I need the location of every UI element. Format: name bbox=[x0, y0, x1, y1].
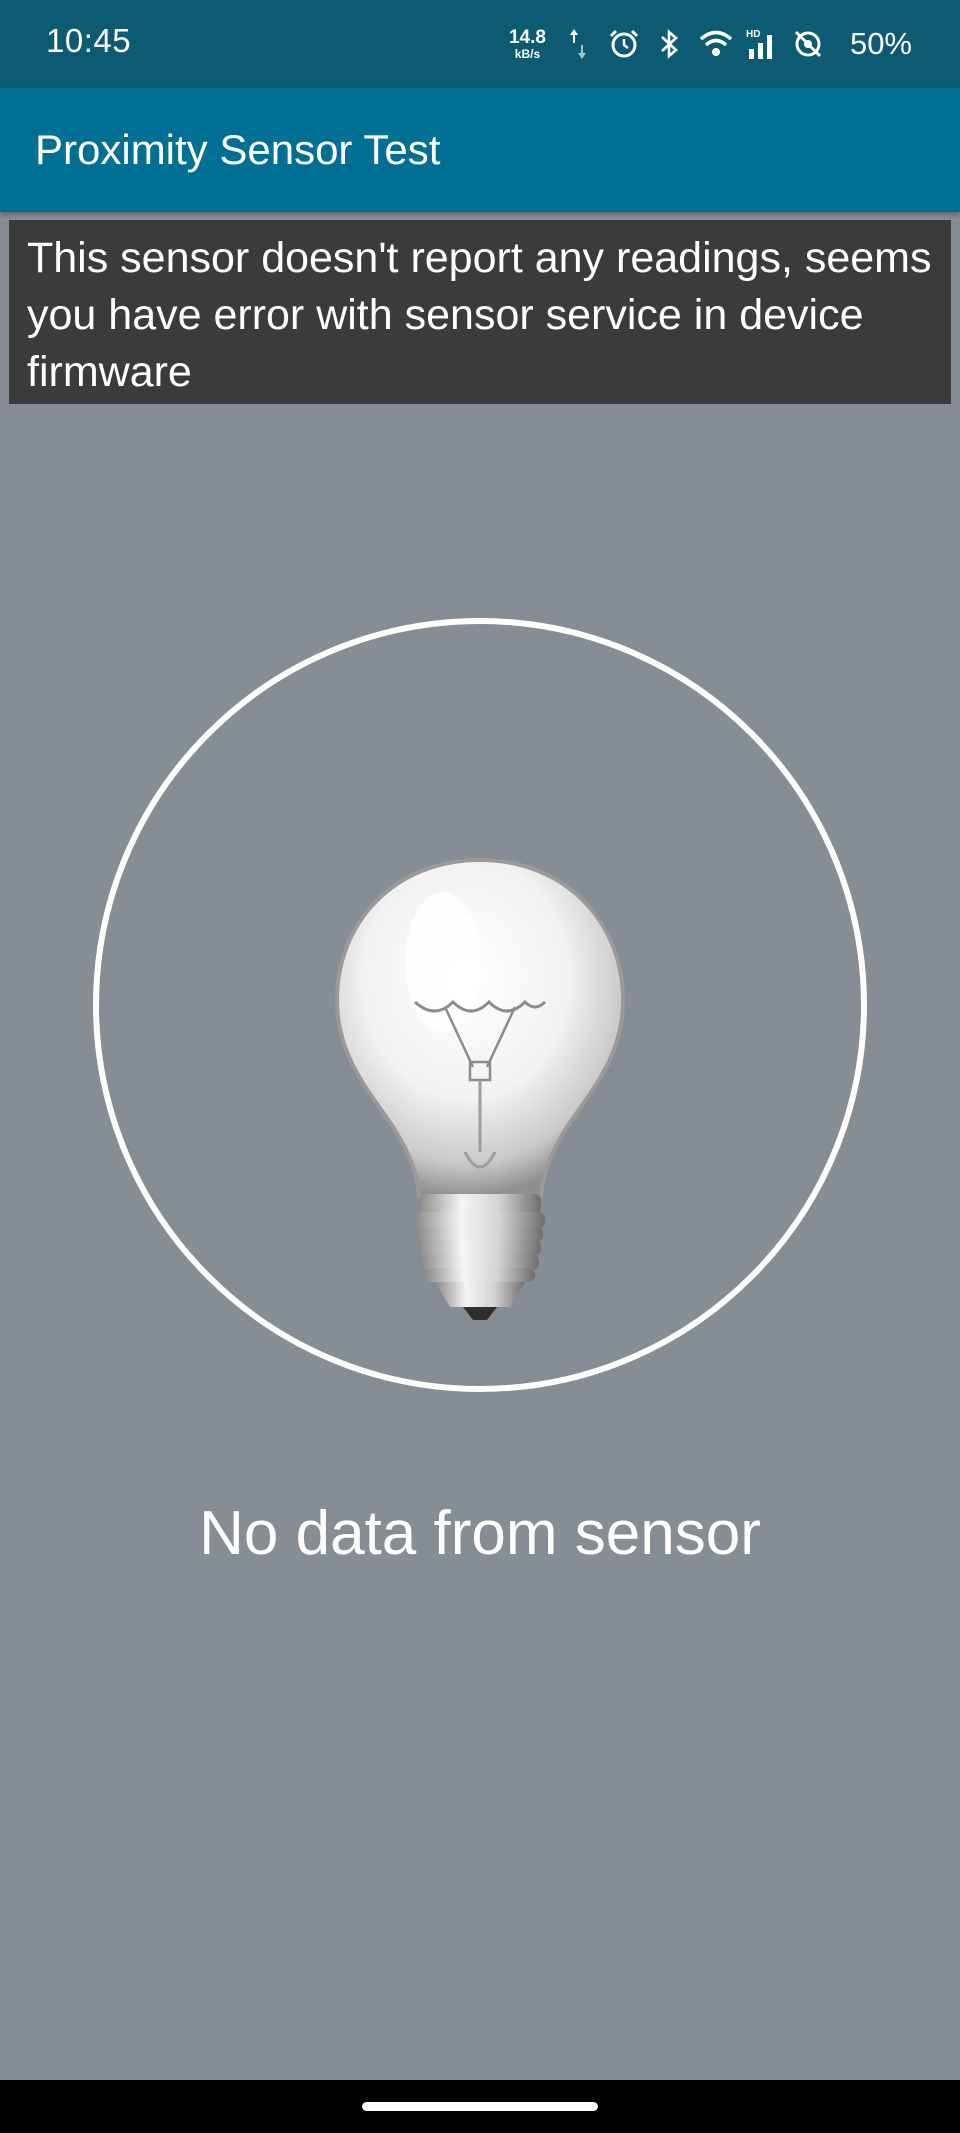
wifi-icon bbox=[698, 26, 734, 62]
status-time: 10:45 bbox=[46, 22, 132, 59]
status-bar: 10:45 14.8 kB/s HD 50% bbox=[0, 0, 960, 88]
signal-hd-icon: HD bbox=[744, 26, 780, 62]
navigation-bar bbox=[0, 2080, 960, 2133]
app-bar: Proximity Sensor Test bbox=[0, 88, 960, 212]
status-icons: 14.8 kB/s HD 50% bbox=[509, 20, 912, 68]
network-speed: 14.8 kB/s bbox=[509, 28, 546, 60]
no-location-icon bbox=[790, 26, 826, 62]
page-title: Proximity Sensor Test bbox=[35, 126, 441, 173]
alarm-icon bbox=[606, 26, 642, 62]
battery-percent: 50% bbox=[849, 26, 912, 61]
light-bulb-icon bbox=[325, 852, 635, 1332]
network-speed-value: 14.8 bbox=[508, 27, 546, 48]
sensor-error-message: This sensor doesn't report any readings,… bbox=[9, 220, 951, 404]
network-speed-unit: kB/s bbox=[514, 47, 541, 61]
svg-text:HD: HD bbox=[746, 29, 760, 40]
bluetooth-icon bbox=[652, 26, 688, 62]
sensor-status-text: No data from sensor bbox=[199, 1499, 761, 1568]
upload-download-icon bbox=[560, 26, 596, 62]
home-gesture-handle[interactable] bbox=[362, 2102, 598, 2111]
